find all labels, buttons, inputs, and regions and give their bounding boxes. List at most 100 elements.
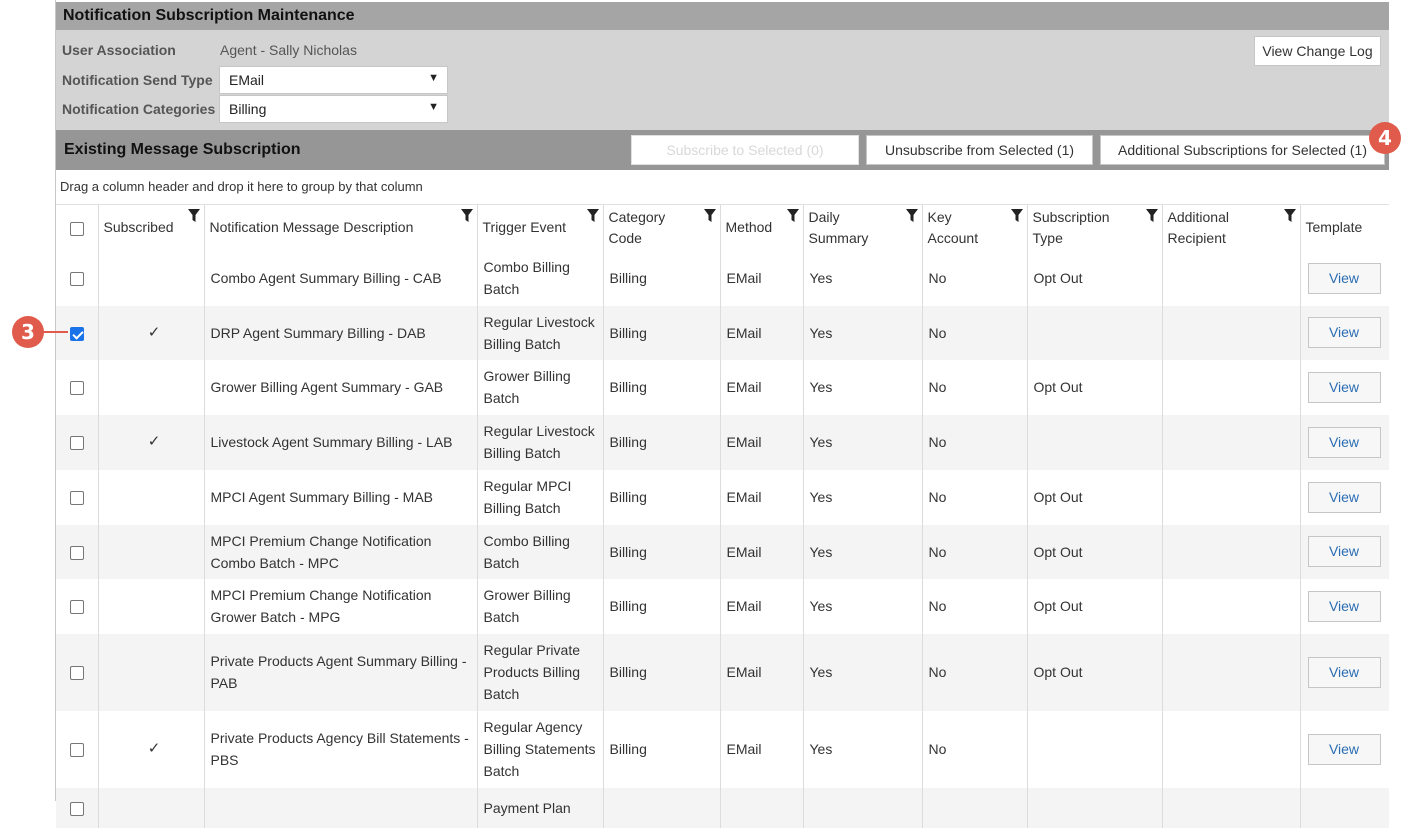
column-header-subscribed[interactable]: Subscribed [97,204,204,251]
column-header-additional-recipient[interactable]: Additional Recipient [1161,204,1300,251]
filter-icon[interactable] [460,209,473,223]
trigger-event-cell: Regular Agency Billing Statements Batch [476,710,603,788]
key-account-cell: No [921,250,1027,306]
filter-icon[interactable] [1010,209,1023,223]
key-account-cell: No [921,305,1027,360]
row-select-checkbox[interactable] [69,545,84,560]
method-cell: EMail [719,524,803,579]
subscription-type-cell: Opt Out [1026,359,1162,415]
column-header-description[interactable]: Notification Message Description [203,204,477,251]
template-cell: View [1299,524,1389,579]
column-header-daily-summary[interactable]: Daily Summary [802,204,922,251]
view-template-button[interactable]: View [1307,590,1381,622]
column-header-key-account[interactable]: Key Account [921,204,1027,251]
column-label: Subscribed [103,219,174,236]
description-text: Combo Agent Summary Billing - CAB [210,270,442,286]
filter-icon[interactable] [187,209,200,223]
table-row[interactable]: MPCI Agent Summary Billing - MAB Regular … [56,469,1389,525]
subscription-type-text: Opt Out [1033,270,1083,286]
table-row[interactable]: ✓ Livestock Agent Summary Billing - LAB Re… [56,414,1389,470]
daily-summary-text: Yes [809,741,833,757]
additional-recipient-cell [1161,633,1300,711]
view-template-button[interactable]: View [1307,371,1381,403]
column-label: Additional Recipient [1167,208,1230,246]
row-select-cell [56,360,98,415]
subscription-type-cell: Opt Out [1026,524,1162,579]
table-row[interactable]: Private Products Agent Summary Billing -… [56,633,1389,711]
description-text: Grower Billing Agent Summary - GAB [210,379,444,395]
subscription-type-cell: Opt Out [1026,633,1162,711]
daily-summary-text: Yes [809,543,833,560]
template-cell: View [1299,633,1389,711]
row-select-checkbox[interactable] [69,666,84,681]
daily-summary-cell [802,787,922,828]
view-template-button[interactable]: View [1307,733,1381,765]
view-template-button[interactable]: View [1307,656,1381,688]
row-select-checkbox[interactable] [69,491,84,506]
column-header-trigger-event[interactable]: Trigger Event [476,204,603,251]
subscription-type-cell [1026,787,1162,828]
filter-icon[interactable] [586,209,599,223]
select-all-checkbox[interactable] [69,221,84,236]
daily-summary-cell: Yes [802,414,922,470]
category-code-text: Billing [609,379,647,395]
unsubscribe-selected-button[interactable]: Unsubscribe from Selected (1) [866,135,1093,165]
daily-summary-cell: Yes [802,305,922,360]
row-select-checkbox[interactable] [69,381,84,396]
row-select-checkbox[interactable] [69,272,84,287]
filter-icon[interactable] [703,209,716,223]
filter-icon[interactable] [786,209,799,223]
subscription-type-text: Opt Out [1033,379,1083,395]
row-select-checkbox[interactable] [69,801,84,816]
view-change-log-button[interactable]: View Change Log [1254,36,1381,66]
description-cell: Combo Agent Summary Billing - CAB [203,250,477,306]
description-text: Private Products Agent Summary Billing -… [210,653,467,691]
table-header-row: Subscribed Notification Message Descript… [56,204,1389,251]
filter-icon[interactable] [905,209,918,223]
table-row[interactable]: ✓ DRP Agent Summary Billing - DAB Regular … [56,305,1389,360]
filter-icon[interactable] [1145,209,1158,223]
category-code-cell: Billing [602,710,720,788]
filter-icon[interactable] [1283,209,1296,223]
table-row[interactable]: MPCI Premium Change Notification Combo B… [56,524,1389,579]
row-select-checkbox[interactable] [69,600,84,615]
view-template-button[interactable]: View [1307,262,1381,294]
key-account-cell [921,787,1027,828]
additional-subscriptions-button[interactable]: Additional Subscriptions for Selected (1… [1100,135,1385,165]
category-code-cell: Billing [602,469,720,525]
row-select-checkbox[interactable] [69,326,84,341]
key-account-cell: No [921,469,1027,525]
view-template-button[interactable]: View [1307,481,1381,513]
table-row[interactable]: ✓ Private Products Agency Bill Statements… [56,710,1389,788]
row-select-checkbox[interactable] [69,743,84,758]
table-row[interactable]: Payment Plan [56,787,1389,828]
table-row[interactable]: Combo Agent Summary Billing - CAB Combo B… [56,250,1389,306]
view-template-button[interactable]: View [1307,317,1381,348]
row-select-checkbox[interactable] [69,436,84,451]
send-type-select[interactable]: EMail ▼ [219,66,448,94]
template-cell: View [1299,305,1389,360]
table-row[interactable]: Grower Billing Agent Summary - GAB Grower… [56,359,1389,415]
additional-recipient-cell [1161,359,1300,415]
caret-down-icon: ▼ [428,101,439,113]
subscribe-selected-button[interactable]: Subscribe to Selected (0) [631,135,859,165]
column-label: Trigger Event [482,219,567,236]
categories-select[interactable]: Billing ▼ [219,95,448,123]
trigger-event-text: Grower Billing Batch [483,368,571,406]
description-cell: Private Products Agency Bill Statements … [203,710,477,788]
select-all-cell [56,204,98,251]
view-template-button[interactable]: View [1307,426,1381,458]
subscription-header-bar: Existing Message Subscription Subscribe … [56,130,1389,170]
subscription-type-cell: Opt Out [1026,250,1162,306]
column-header-category-code[interactable]: Category Code [602,204,720,251]
trigger-event-text: Grower Billing Batch [483,587,571,625]
method-text: EMail [726,664,762,680]
row-select-cell [56,633,98,711]
column-header-method[interactable]: Method [719,204,803,251]
column-header-subscription-type[interactable]: Subscription Type [1026,204,1162,251]
view-template-button[interactable]: View [1307,536,1381,567]
key-account-text: No [928,598,947,614]
group-by-drop-zone[interactable]: Drag a column header and drop it here to… [60,179,423,194]
subscribed-cell [97,359,204,415]
table-row[interactable]: MPCI Premium Change Notification Grower … [56,578,1389,634]
